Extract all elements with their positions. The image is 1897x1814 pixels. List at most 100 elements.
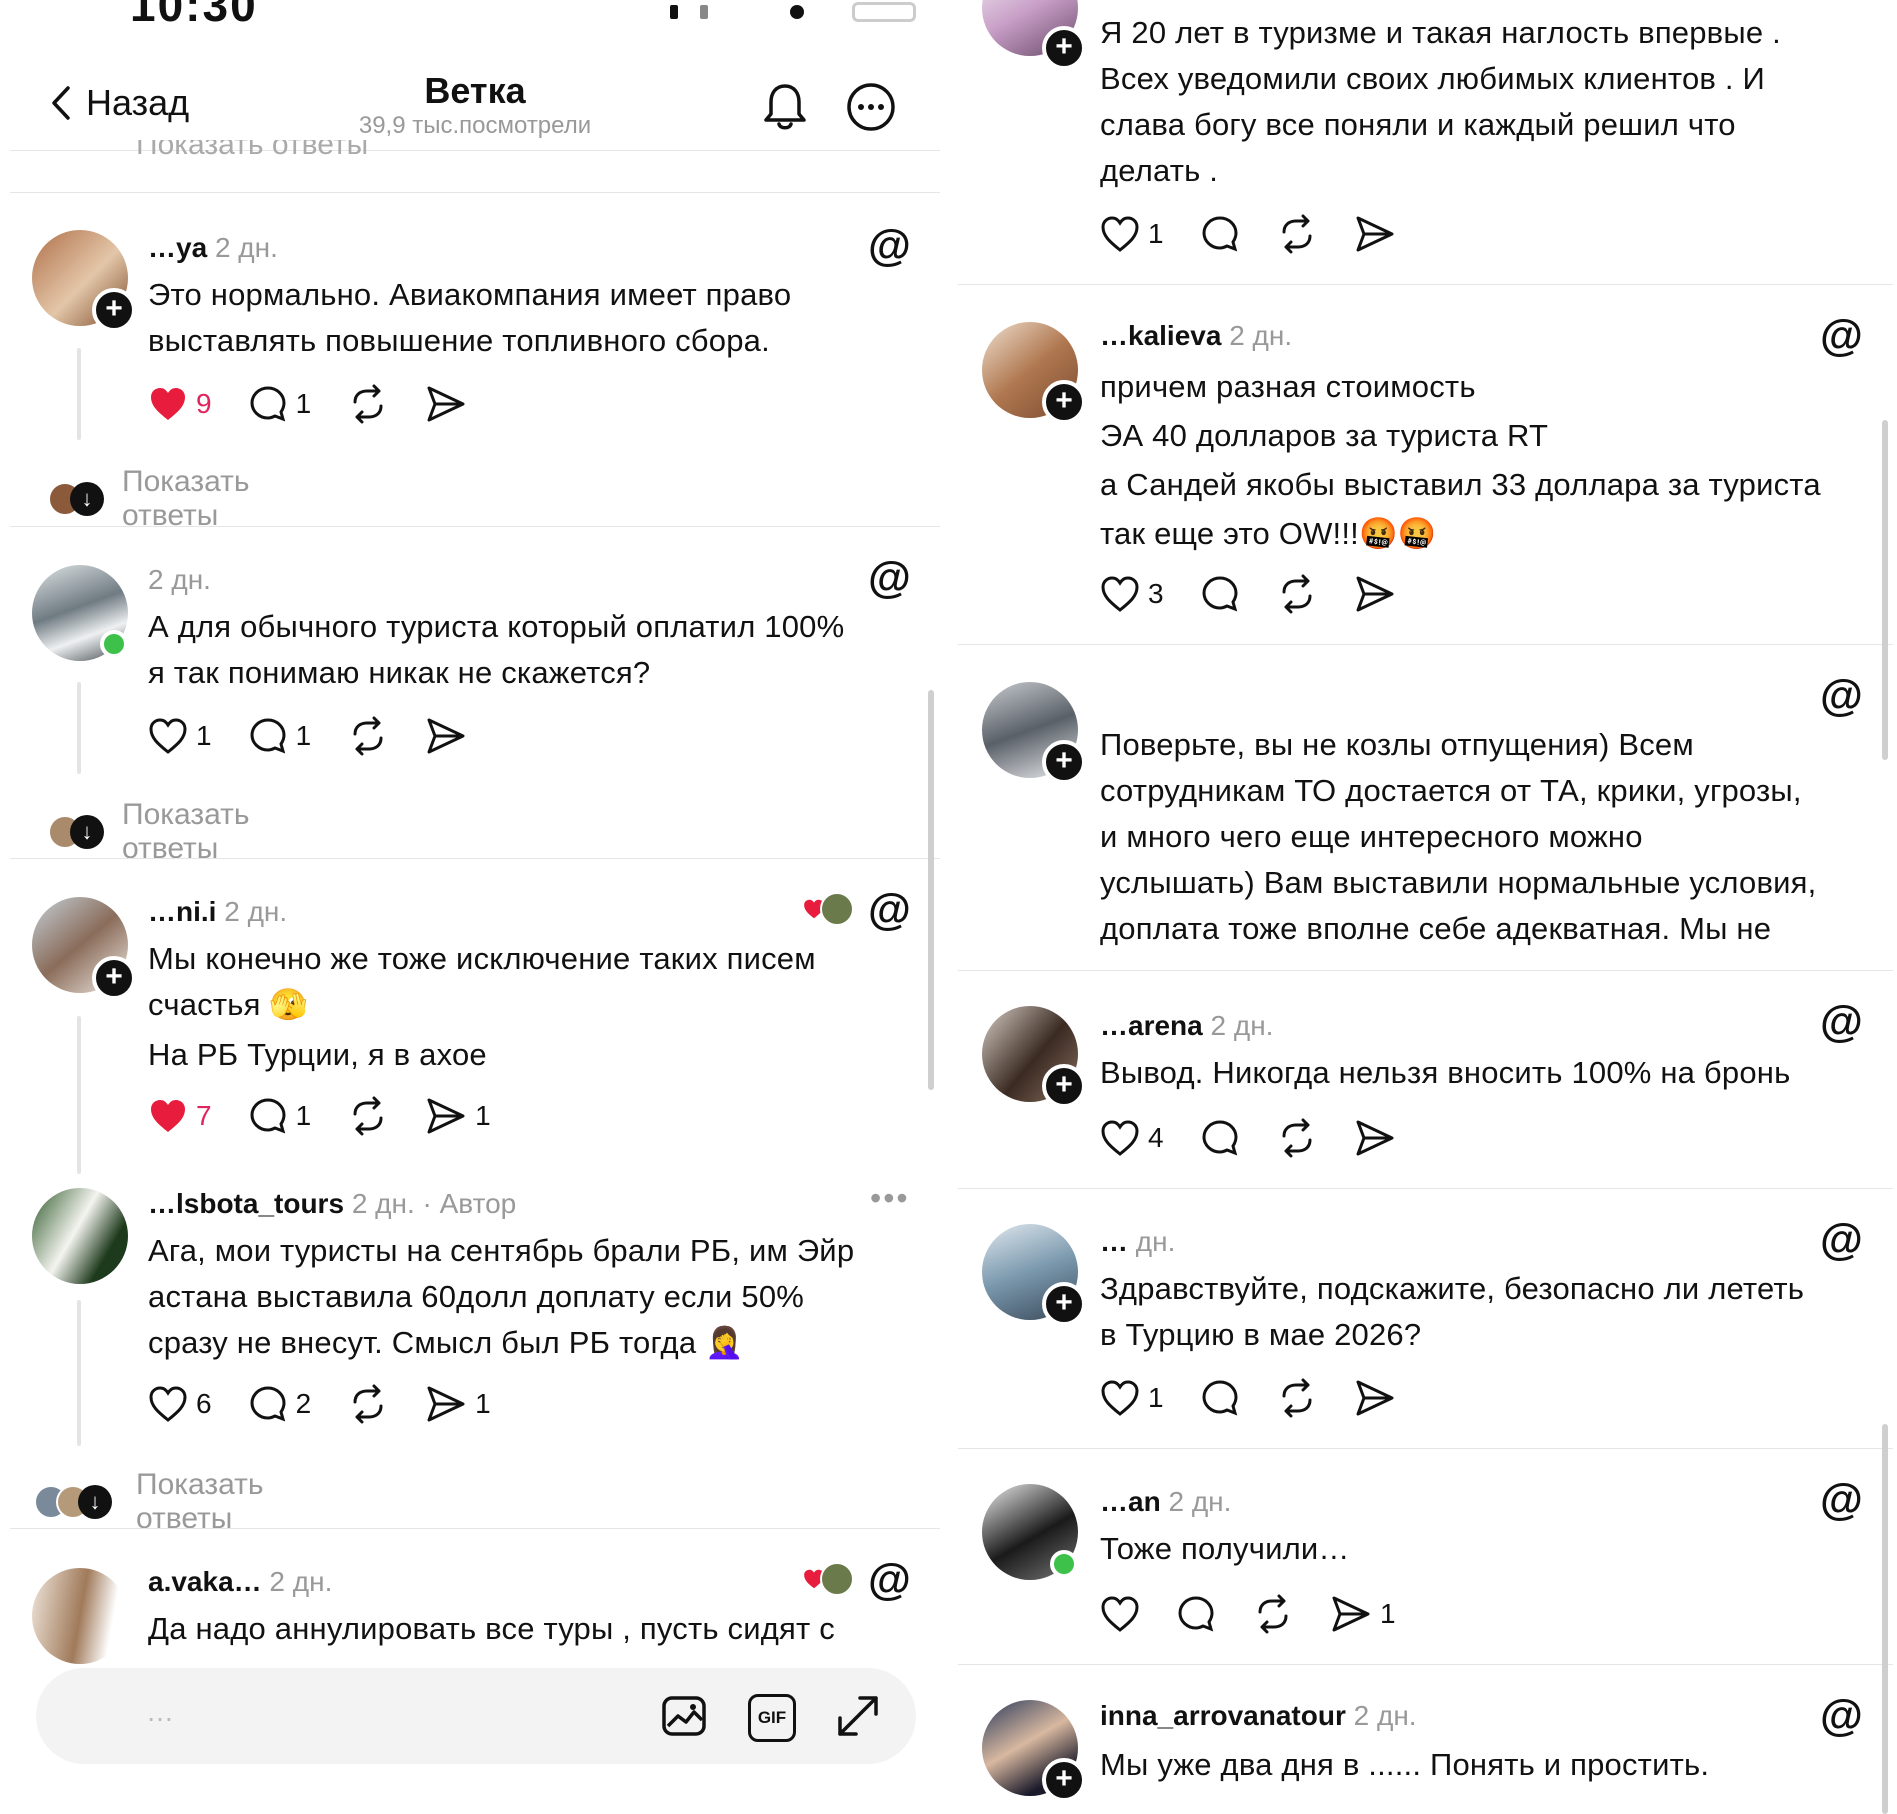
show-replies-button[interactable]: ↓ Показать ответы bbox=[34, 1468, 264, 1536]
share-button[interactable] bbox=[425, 716, 467, 756]
follow-plus-icon[interactable]: + bbox=[1042, 1758, 1086, 1802]
comment-button[interactable] bbox=[1200, 1378, 1240, 1418]
comment-button[interactable]: 2 bbox=[248, 1384, 312, 1424]
repost-button[interactable] bbox=[347, 716, 389, 756]
like-button[interactable]: 9 bbox=[148, 385, 212, 423]
comment-button[interactable] bbox=[1200, 214, 1240, 254]
post-divider bbox=[958, 970, 1893, 971]
comment-icon bbox=[1202, 1120, 1238, 1156]
author-name[interactable]: …ya bbox=[148, 232, 207, 263]
comment-button[interactable]: 1 bbox=[248, 384, 312, 424]
more-options-icon[interactable]: ••• bbox=[870, 1180, 910, 1217]
heart-icon bbox=[1101, 1120, 1139, 1156]
avatar[interactable] bbox=[32, 1188, 128, 1284]
thread-header: 10:30 Назад Ветка 39,9 тыс.посмотрели bbox=[0, 0, 950, 150]
comment-icon bbox=[1202, 576, 1238, 612]
thread-line bbox=[77, 1300, 81, 1446]
follow-plus-icon[interactable]: + bbox=[1042, 740, 1086, 784]
reply-composer[interactable]: … GIF bbox=[36, 1668, 916, 1764]
avatar[interactable] bbox=[32, 1568, 128, 1664]
repost-button[interactable] bbox=[1276, 214, 1318, 254]
share-button[interactable] bbox=[1354, 1378, 1396, 1418]
share-button[interactable]: 1 bbox=[425, 1096, 491, 1136]
post-text-line: А для обычного туриста который оплатил 1… bbox=[148, 609, 845, 644]
repost-button[interactable] bbox=[1276, 1118, 1318, 1158]
author-name[interactable]: a.vaka… bbox=[148, 1566, 262, 1597]
bell-icon[interactable] bbox=[762, 82, 808, 132]
repost-button[interactable] bbox=[347, 1384, 389, 1424]
comment-count: 1 bbox=[295, 388, 312, 419]
gif-icon[interactable]: GIF bbox=[748, 1694, 796, 1742]
repost-icon bbox=[353, 1384, 383, 1424]
comment-button[interactable]: 1 bbox=[248, 1096, 311, 1136]
comment-button[interactable] bbox=[1176, 1594, 1216, 1634]
more-icon[interactable] bbox=[846, 82, 896, 132]
like-button[interactable]: 3 bbox=[1100, 575, 1164, 613]
send-icon bbox=[1332, 1596, 1370, 1632]
post-actions: 7 1 1 bbox=[148, 1096, 527, 1136]
back-button[interactable]: Назад bbox=[50, 82, 189, 124]
scrollbar[interactable] bbox=[1882, 1424, 1888, 1814]
post-meta: 2 дн. bbox=[148, 564, 211, 596]
post-text: А для обычного туриста который оплатил 1… bbox=[148, 604, 928, 696]
repost-button[interactable] bbox=[1276, 574, 1318, 614]
expand-icon[interactable] bbox=[834, 1692, 882, 1740]
show-replies-clipped[interactable]: Показать ответы bbox=[48, 140, 368, 168]
post-meta: …ya 2 дн. bbox=[148, 232, 278, 264]
post-divider bbox=[958, 644, 1893, 645]
show-replies-button[interactable]: ↓ Показать ответы bbox=[48, 465, 250, 533]
post-text: Да надо аннулировать все туры , пусть си… bbox=[148, 1606, 928, 1652]
show-replies-button[interactable]: ↓ Показать ответы bbox=[48, 798, 250, 866]
post-text-line: Вывод. Никогда нельзя вносить 100% на бр… bbox=[1100, 1055, 1791, 1090]
author-name[interactable]: … bbox=[1100, 1226, 1128, 1257]
post-text-line: так еще это OW!!!🤬🤬 bbox=[1100, 516, 1437, 551]
follow-plus-icon[interactable]: + bbox=[1042, 1064, 1086, 1108]
follow-plus-icon[interactable]: + bbox=[1042, 1282, 1086, 1326]
follow-plus-icon[interactable]: + bbox=[1042, 380, 1086, 424]
author-name[interactable]: …lsbota_tours bbox=[148, 1188, 344, 1219]
like-button[interactable]: 1 bbox=[148, 717, 212, 755]
show-replies-label: Показать ответы bbox=[136, 140, 369, 161]
repost-icon bbox=[353, 1096, 383, 1136]
scrollbar[interactable] bbox=[1882, 420, 1888, 760]
like-button[interactable]: 7 bbox=[148, 1097, 212, 1135]
like-button[interactable]: 6 bbox=[148, 1385, 212, 1423]
like-button[interactable]: 1 bbox=[1100, 215, 1164, 253]
comment-count: 2 bbox=[295, 1388, 312, 1419]
post-divider bbox=[10, 192, 940, 193]
author-name[interactable]: …kalieva bbox=[1100, 320, 1221, 351]
author-name[interactable]: …arena bbox=[1100, 1010, 1203, 1041]
image-icon[interactable] bbox=[660, 1692, 708, 1740]
follow-plus-icon[interactable]: + bbox=[1042, 26, 1086, 70]
scrollbar[interactable] bbox=[928, 690, 934, 1090]
share-button[interactable] bbox=[425, 384, 467, 424]
thread-line bbox=[77, 348, 81, 440]
like-count: 7 bbox=[196, 1100, 212, 1131]
repost-button[interactable] bbox=[1252, 1594, 1294, 1634]
repost-button[interactable] bbox=[1276, 1378, 1318, 1418]
follow-plus-icon[interactable]: + bbox=[92, 956, 136, 1000]
like-count: 4 bbox=[1148, 1122, 1164, 1153]
follow-plus-icon[interactable]: + bbox=[92, 288, 136, 332]
post-text-line: и много чего еще интересного можно bbox=[1100, 819, 1643, 854]
author-name[interactable]: inna_arrovanatour bbox=[1100, 1700, 1346, 1731]
author-name[interactable]: …an bbox=[1100, 1486, 1161, 1517]
heart-filled-icon bbox=[151, 388, 185, 420]
share-button[interactable]: 1 bbox=[1330, 1594, 1396, 1634]
comment-button[interactable]: 1 bbox=[248, 716, 311, 756]
share-button[interactable] bbox=[1354, 214, 1396, 254]
share-button[interactable] bbox=[1354, 1118, 1396, 1158]
post-text: Мы уже два дня в ...... Понять и простит… bbox=[1100, 1742, 1880, 1788]
repost-button[interactable] bbox=[347, 384, 389, 424]
like-button[interactable] bbox=[1100, 1595, 1140, 1633]
like-button[interactable]: 4 bbox=[1100, 1119, 1164, 1157]
author-name[interactable]: …ni.i bbox=[148, 896, 216, 927]
share-button[interactable] bbox=[1354, 574, 1396, 614]
comment-button[interactable] bbox=[1200, 1118, 1240, 1158]
like-button[interactable]: 1 bbox=[1100, 1379, 1164, 1417]
post-meta: …kalieva 2 дн. bbox=[1100, 320, 1292, 352]
share-button[interactable]: 1 bbox=[425, 1384, 491, 1424]
repost-button[interactable] bbox=[347, 1096, 389, 1136]
comment-button[interactable] bbox=[1200, 574, 1240, 614]
heart-icon bbox=[1101, 216, 1139, 252]
